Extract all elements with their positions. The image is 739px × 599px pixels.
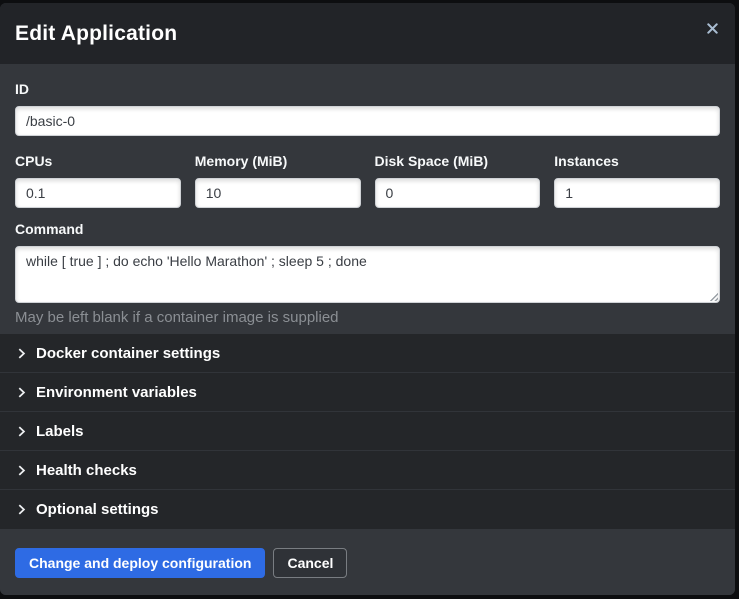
close-button[interactable] — [702, 18, 722, 38]
application-form: ID CPUs Memory (MiB) Disk Space (MiB) In… — [0, 64, 735, 334]
command-label: Command — [15, 220, 720, 238]
cpus-input[interactable] — [15, 178, 181, 208]
modal-header: Edit Application — [0, 3, 735, 64]
chevron-right-icon — [16, 387, 27, 398]
section-optional-settings[interactable]: Optional settings — [0, 490, 735, 529]
cpus-label: CPUs — [15, 152, 181, 170]
id-input[interactable] — [15, 106, 720, 136]
change-and-deploy-button[interactable]: Change and deploy configuration — [15, 548, 265, 578]
id-field-group: ID — [15, 80, 720, 136]
chevron-right-icon — [16, 465, 27, 476]
section-label: Labels — [36, 423, 84, 440]
disk-space-field-group: Disk Space (MiB) — [375, 152, 541, 208]
section-environment-variables[interactable]: Environment variables — [0, 373, 735, 412]
instances-label: Instances — [554, 152, 720, 170]
id-label: ID — [15, 80, 720, 98]
disk-space-label: Disk Space (MiB) — [375, 152, 541, 170]
chevron-right-icon — [16, 348, 27, 359]
settings-accordion: Docker container settings Environment va… — [0, 334, 735, 529]
modal-title: Edit Application — [15, 22, 177, 46]
section-label: Optional settings — [36, 501, 159, 518]
memory-field-group: Memory (MiB) — [195, 152, 361, 208]
section-health-checks[interactable]: Health checks — [0, 451, 735, 490]
cpus-field-group: CPUs — [15, 152, 181, 208]
command-textarea[interactable]: while [ true ] ; do echo 'Hello Marathon… — [15, 246, 720, 303]
memory-label: Memory (MiB) — [195, 152, 361, 170]
resources-row: CPUs Memory (MiB) Disk Space (MiB) Insta… — [15, 152, 720, 208]
instances-field-group: Instances — [554, 152, 720, 208]
modal-footer: Change and deploy configuration Cancel — [0, 529, 735, 595]
memory-input[interactable] — [195, 178, 361, 208]
section-label: Environment variables — [36, 384, 197, 401]
edit-application-modal: Edit Application ID CPUs Memory (MiB) Di… — [0, 3, 735, 595]
instances-input[interactable] — [554, 178, 720, 208]
chevron-right-icon — [16, 504, 27, 515]
cancel-button[interactable]: Cancel — [273, 548, 347, 578]
disk-space-input[interactable] — [375, 178, 541, 208]
section-label: Docker container settings — [36, 345, 220, 362]
command-textarea-wrap: while [ true ] ; do echo 'Hello Marathon… — [15, 246, 720, 303]
section-docker-container-settings[interactable]: Docker container settings — [0, 334, 735, 373]
section-labels[interactable]: Labels — [0, 412, 735, 451]
close-icon — [707, 23, 718, 34]
chevron-right-icon — [16, 426, 27, 437]
command-help-text: May be left blank if a container image i… — [15, 309, 720, 327]
command-field-group: Command while [ true ] ; do echo 'Hello … — [15, 220, 720, 327]
section-label: Health checks — [36, 462, 137, 479]
